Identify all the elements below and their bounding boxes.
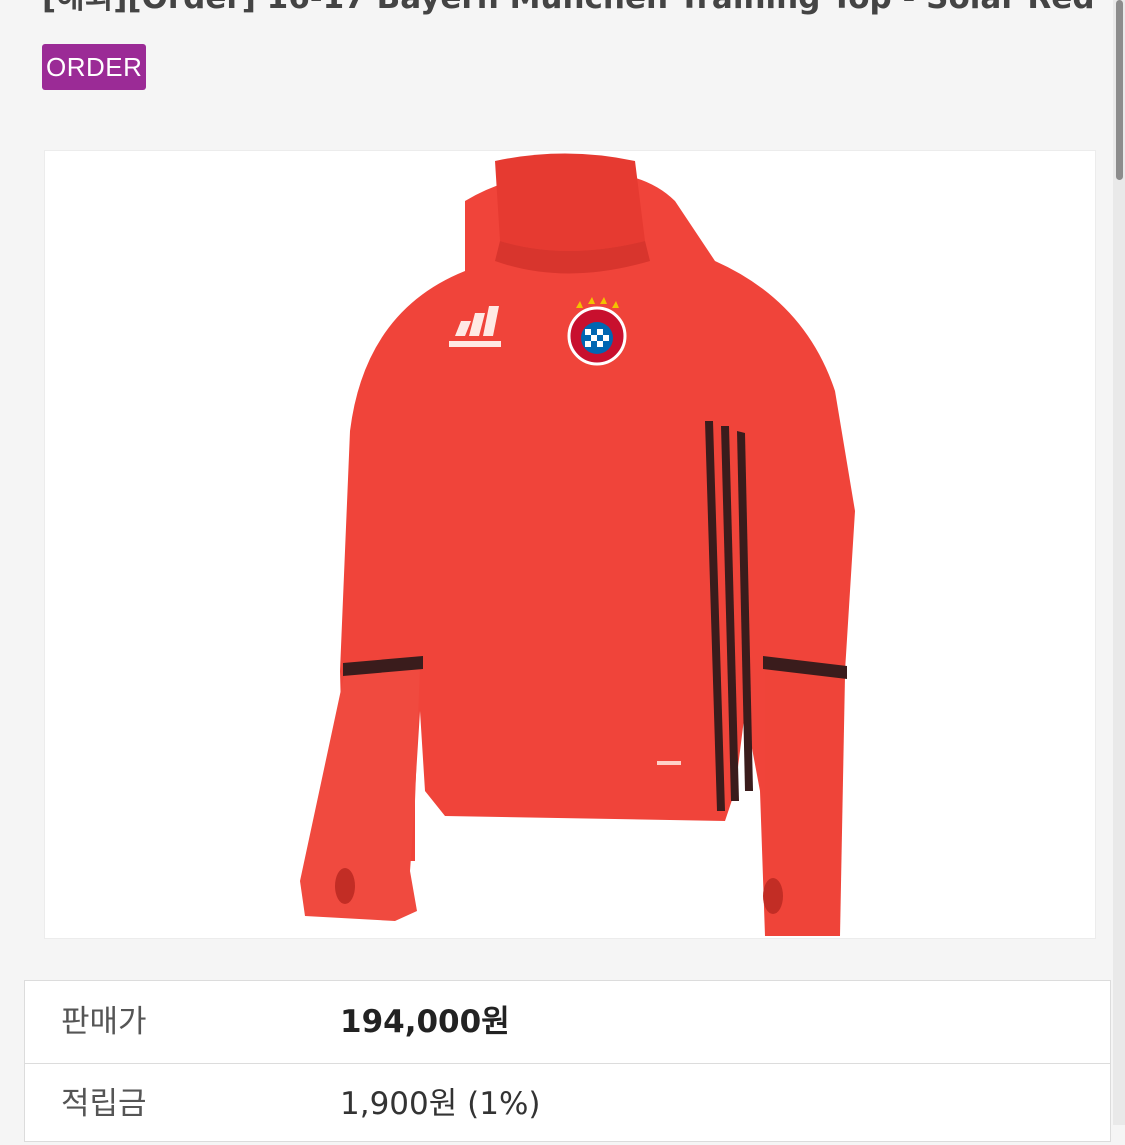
order-badge: ORDER [42, 44, 147, 90]
scrollbar[interactable] [1113, 0, 1125, 1125]
product-title: [해외][Order] 16-17 Bayern München Trainin… [42, 0, 1102, 18]
left-thumb-hole [335, 868, 355, 904]
table-row: 판매가 194,000원 [25, 981, 1110, 1064]
hem-logo [657, 761, 681, 765]
scrollbar-thumb[interactable] [1116, 0, 1123, 180]
training-top-illustration [300, 153, 855, 936]
shirt-collar [495, 153, 645, 251]
points-value: 1,900원 (1%) [340, 1086, 541, 1122]
bayern-crest-icon [567, 297, 627, 366]
price-info-table: 판매가 194,000원 적립금 1,900원 (1%) [24, 980, 1111, 1142]
points-label: 적립금 [61, 1086, 147, 1122]
left-sleeve [300, 666, 420, 921]
product-image[interactable] [44, 150, 1096, 939]
table-row: 적립금 1,900원 (1%) [25, 1063, 1110, 1145]
right-thumb-hole [763, 878, 783, 914]
price-value: 194,000원 [340, 1004, 510, 1040]
price-label: 판매가 [61, 1004, 147, 1040]
